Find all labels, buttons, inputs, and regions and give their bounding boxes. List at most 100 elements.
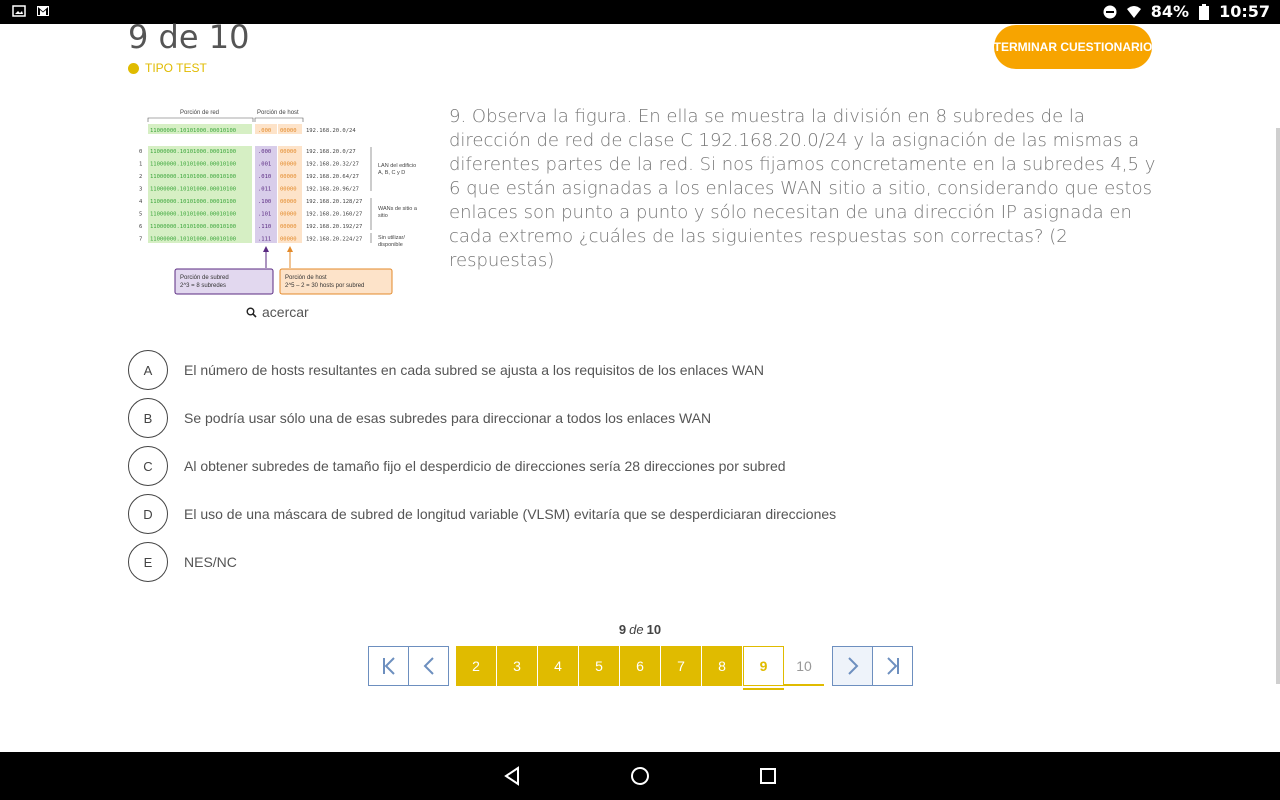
answer-option-b[interactable]: B Se podría usar sólo una de esas subred…: [128, 398, 1028, 438]
figure-row-net: 11000000.10101000.00010100: [150, 187, 236, 193]
first-page-icon: [382, 657, 395, 675]
last-page-icon: [886, 657, 899, 675]
clock: 10:57: [1219, 2, 1270, 21]
back-icon[interactable]: [500, 764, 524, 788]
figure-row-sub: .000: [258, 149, 271, 155]
figure-group-unused-2: disponible: [378, 242, 403, 248]
recents-icon[interactable]: [756, 764, 780, 788]
figure-row-index: 5: [139, 212, 142, 218]
last-page-button[interactable]: [872, 646, 913, 686]
answer-text: NES/NC: [184, 554, 237, 570]
answer-option-c[interactable]: C Al obtener subredes de tamaño fijo el …: [128, 446, 1028, 486]
figure-top-row: 11000000.10101000.00010100 .000 00000 19…: [150, 128, 356, 134]
scrollbar[interactable]: [1276, 128, 1280, 684]
answer-letter[interactable]: B: [128, 398, 168, 438]
answer-letter[interactable]: E: [128, 542, 168, 582]
figure-row-sub: .100: [258, 199, 271, 205]
page-button-7[interactable]: 7: [661, 646, 701, 686]
figure-row-addr: 192.168.20.0/27: [306, 149, 356, 155]
figure-row-host: 00000: [280, 212, 297, 218]
figure-row-addr: 192.168.20.224/27: [306, 237, 362, 243]
figure-row-index: 4: [139, 199, 143, 205]
first-page-button[interactable]: [368, 646, 409, 686]
zoom-link[interactable]: acercar: [246, 304, 309, 320]
question-counter: 9 de 10: [128, 18, 250, 56]
finish-quiz-button[interactable]: TERMINAR CUESTIONARIO: [994, 25, 1152, 69]
test-type: TIPO TEST: [128, 61, 207, 75]
figure-row-addr: 192.168.20.192/27: [306, 224, 362, 230]
answer-text: Al obtener subredes de tamaño fijo el de…: [184, 458, 786, 474]
figure-row-host: 00000: [280, 237, 297, 243]
page-button-4[interactable]: 4: [538, 646, 578, 686]
figure-row-host: 00000: [280, 199, 297, 205]
figure-row-addr: 192.168.20.64/27: [306, 174, 359, 180]
page-button-5[interactable]: 5: [579, 646, 619, 686]
figure-box-subnet-1: Porción de subred: [180, 275, 229, 281]
do-not-disturb-icon: [1103, 5, 1117, 18]
page-button-10[interactable]: 10: [784, 646, 824, 686]
magnifier-icon: [246, 307, 257, 318]
figure-row-net: 11000000.10101000.00010100: [150, 224, 236, 230]
figure-top-net: 11000000.10101000.00010100: [150, 128, 236, 134]
page-button-3[interactable]: 3: [497, 646, 537, 686]
subnet-figure[interactable]: Porción de red Porción de host 11000000.…: [138, 104, 430, 300]
figure-row-net: 11000000.10101000.00010100: [150, 174, 236, 180]
test-type-label: TIPO TEST: [145, 61, 207, 75]
figure-row-index: 3: [139, 187, 142, 193]
gmail-icon: [37, 6, 49, 16]
answer-text: Se podría usar sólo una de esas subredes…: [184, 410, 712, 426]
pager-label: 9 de 10: [0, 622, 1280, 637]
figure-row-sub: .001: [258, 162, 271, 168]
figure-label-network: Porción de red: [180, 110, 219, 116]
figure-row-sub: .010: [258, 174, 271, 180]
answer-text: El uso de una máscara de subred de longi…: [184, 506, 837, 522]
figure-row-net: 11000000.10101000.00010100: [150, 199, 236, 205]
page-button-8[interactable]: 8: [702, 646, 742, 686]
chevron-left-icon: [423, 657, 434, 675]
wifi-icon: [1126, 5, 1141, 18]
figure-row-index: 2: [139, 174, 142, 180]
figure-row-index: 0: [139, 149, 142, 155]
figure-row-host: 00000: [280, 174, 297, 180]
pager-of: de: [629, 622, 644, 637]
page-button-9-current[interactable]: 9: [743, 646, 784, 690]
figure-row-host: 00000: [280, 162, 297, 168]
figure-group-unused-1: Sin utilizar/: [378, 235, 405, 241]
prev-page-button[interactable]: [408, 646, 449, 686]
figure-row-addr: 192.168.20.160/27: [306, 212, 362, 218]
figure-box-subnet-2: 2^3 = 8 subredes: [180, 283, 226, 289]
next-page-button[interactable]: [832, 646, 873, 686]
figure-group-lan-2: A, B, C y D: [378, 170, 405, 176]
figure-row-addr: 192.168.20.32/27: [306, 162, 359, 168]
image-icon: [12, 5, 26, 17]
figure-label-host: Porción de host: [257, 110, 299, 116]
answer-option-a[interactable]: A El número de hosts resultantes en cada…: [128, 350, 1028, 390]
question-text: 9. Observa la figura. En ella se muestra…: [449, 106, 1156, 271]
figure-row-host: 00000: [280, 224, 297, 230]
figure-box-host-2: 2^5 – 2 = 30 hosts por subred: [285, 283, 364, 289]
answer-letter[interactable]: A: [128, 350, 168, 390]
figure-row-addr: 192.168.20.96/27: [306, 187, 359, 193]
pager-total: 10: [646, 622, 662, 637]
answer-letter[interactable]: C: [128, 446, 168, 486]
figure-group-wan-2: sitio: [378, 213, 388, 219]
page-button-2[interactable]: 2: [456, 646, 496, 686]
figure-row-index: 6: [139, 224, 142, 230]
figure-group-lan-1: LAN del edificio: [378, 163, 416, 169]
figure-row-sub: .101: [258, 212, 271, 218]
answer-option-d[interactable]: D El uso de una máscara de subred de lon…: [128, 494, 1028, 534]
home-icon[interactable]: [628, 764, 652, 788]
figure-row-net: 11000000.10101000.00010100: [150, 237, 236, 243]
navigation-bar: [0, 752, 1280, 800]
figure-row-net: 11000000.10101000.00010100: [150, 149, 236, 155]
figure-top-host: 00000: [280, 128, 297, 134]
page-button-6[interactable]: 6: [620, 646, 660, 686]
answer-option-e[interactable]: E NES/NC: [128, 542, 1028, 582]
figure-row-host: 00000: [280, 149, 297, 155]
test-type-dot-icon: [128, 62, 139, 74]
pager-current: 9: [618, 622, 627, 637]
figure-top-addr: 192.168.20.0/24: [306, 128, 356, 134]
figure-row-host: 00000: [280, 187, 297, 193]
figure-box-host-1: Porción de host: [285, 275, 327, 281]
answer-letter[interactable]: D: [128, 494, 168, 534]
